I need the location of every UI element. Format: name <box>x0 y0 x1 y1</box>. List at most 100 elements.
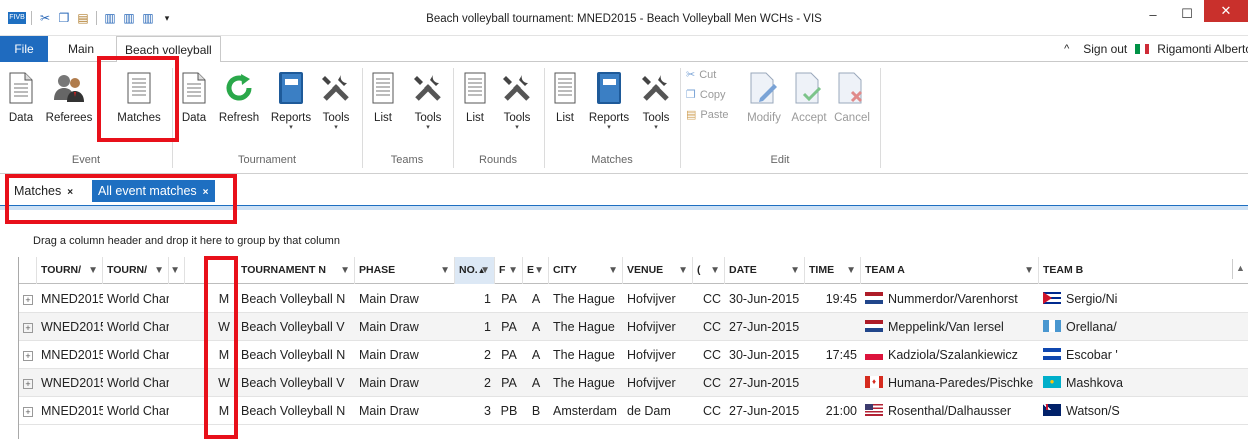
cell-date[interactable]: 27-Jun-2015 <box>725 397 805 425</box>
cell-f[interactable]: PA <box>495 313 523 341</box>
cell-date[interactable]: 30-Jun-2015 <box>725 341 805 369</box>
cell-tourn-code[interactable]: MNED2015 <box>37 285 103 313</box>
cancel-button[interactable]: Cancel <box>830 66 874 124</box>
teams-list-button[interactable]: List <box>366 66 400 124</box>
scroll-up-icon[interactable]: ▲ <box>1232 259 1248 279</box>
filter-icon[interactable]: ▼ <box>88 257 98 284</box>
filter-icon[interactable]: ▼ <box>534 257 544 284</box>
cell-tourn-name[interactable]: World Char <box>103 313 169 341</box>
expand-row-icon[interactable]: + <box>23 407 33 417</box>
cell-city[interactable]: The Hague <box>549 341 623 369</box>
filter-icon[interactable]: ▼ <box>508 257 518 284</box>
cell-team-b[interactable]: Escobar ' <box>1039 341 1248 369</box>
refresh-button[interactable]: Refresh <box>214 66 264 124</box>
cell-date[interactable]: 30-Jun-2015 <box>725 285 805 313</box>
cell-venue[interactable]: Hofvijver <box>623 313 693 341</box>
header-c[interactable]: (▼ <box>693 257 725 284</box>
cell-time[interactable] <box>805 369 861 397</box>
cell-e[interactable]: A <box>523 369 549 397</box>
cell-city[interactable]: The Hague <box>549 285 623 313</box>
filter-icon[interactable]: ▼ <box>608 257 618 284</box>
expand-row-icon[interactable]: + <box>23 379 33 389</box>
filter-icon[interactable]: ▼ <box>678 257 688 284</box>
collapse-ribbon-icon[interactable]: ^ <box>1064 43 1069 55</box>
cell-c[interactable]: CC <box>693 313 725 341</box>
cell-venue[interactable]: Hofvijver <box>623 341 693 369</box>
cell-team-a[interactable]: Kadziola/Szalankiewicz <box>861 341 1039 369</box>
group-by-panel[interactable]: Drag a column header and drop it here to… <box>33 235 340 247</box>
header-gender[interactable]: ▼ <box>169 257 185 284</box>
cell-c[interactable]: CC <box>693 285 725 313</box>
cell-team-b[interactable]: ● Mashkova <box>1039 369 1248 397</box>
cell-tournament-name[interactable]: Beach Volleyball N <box>237 341 355 369</box>
cell-tourn-code[interactable]: WNED2015 <box>37 313 103 341</box>
cell-phase[interactable]: Main Draw <box>355 341 455 369</box>
filter-icon[interactable]: ▼ <box>846 257 856 284</box>
cell-team-b[interactable]: Sergio/Ni <box>1039 285 1248 313</box>
tournament-data-button[interactable]: Data <box>176 66 212 124</box>
cell-tourn-name[interactable]: World Char <box>103 397 169 425</box>
expand-row-icon[interactable]: + <box>23 323 33 333</box>
filter-icon[interactable]: ▼ <box>154 257 164 284</box>
cell-phase[interactable]: Main Draw <box>355 369 455 397</box>
close-icon[interactable]: ✕ <box>1204 0 1248 22</box>
cell-tourn-code[interactable]: WNED2015 <box>37 369 103 397</box>
header-city[interactable]: CITY ▼ <box>549 257 623 284</box>
minimize-icon[interactable]: – <box>1136 0 1170 28</box>
cell-city[interactable]: The Hague <box>549 369 623 397</box>
cut-button[interactable]: ✂ Cut <box>686 68 716 82</box>
matches-reports-button[interactable]: Reports ▾ <box>584 66 634 132</box>
rounds-list-button[interactable]: List <box>458 66 492 124</box>
filter-icon[interactable]: ▼ <box>710 257 720 284</box>
header-venue[interactable]: VENUE ▼ <box>623 257 693 284</box>
cell-team-b[interactable]: Watson/S <box>1039 397 1248 425</box>
cell-c[interactable]: CC <box>693 341 725 369</box>
paste-button[interactable]: ▤ Paste <box>686 108 729 122</box>
cell-c[interactable]: CC <box>693 397 725 425</box>
expand-row-icon[interactable]: + <box>23 295 33 305</box>
row-expander[interactable]: + <box>19 369 37 397</box>
event-data-button[interactable]: Data <box>2 66 40 124</box>
row-expander[interactable]: + <box>19 313 37 341</box>
cell-time[interactable] <box>805 313 861 341</box>
header-tourn-name[interactable]: TOURN/▼ <box>103 257 169 284</box>
header-e[interactable]: E ▼ <box>523 257 549 284</box>
referees-button[interactable]: Referees <box>38 66 100 124</box>
sign-out-link[interactable]: Sign out <box>1083 42 1127 56</box>
cell-tournament-name[interactable]: Beach Volleyball N <box>237 397 355 425</box>
cell-date[interactable]: 27-Jun-2015 <box>725 369 805 397</box>
cell-c[interactable]: CC <box>693 369 725 397</box>
cell-tournament-name[interactable]: Beach Volleyball V <box>237 369 355 397</box>
cell-tourn-name[interactable]: World Char <box>103 369 169 397</box>
cell-venue[interactable]: Hofvijver <box>623 369 693 397</box>
filter-icon[interactable]: ▼ <box>790 257 800 284</box>
row-expander[interactable]: + <box>19 285 37 313</box>
cell-e[interactable]: B <box>523 397 549 425</box>
filter-icon[interactable]: ▼ <box>1024 257 1034 284</box>
cell-no[interactable]: 2 <box>455 369 495 397</box>
header-team-b[interactable]: TEAM B <box>1039 257 1248 284</box>
cell-no[interactable]: 1 <box>455 285 495 313</box>
cell-tournament-name[interactable]: Beach Volleyball N <box>237 285 355 313</box>
cell-no[interactable]: 3 <box>455 397 495 425</box>
filter-icon[interactable]: ▼ <box>440 257 450 284</box>
matches-tools-button[interactable]: Tools ▾ <box>636 66 676 132</box>
header-tournament-name[interactable]: TOURNAMENT N ▼ <box>237 257 355 284</box>
cell-team-a[interactable]: ♦ Humana-Paredes/Pischke <box>861 369 1039 397</box>
matches-list-button[interactable]: List <box>548 66 582 124</box>
maximize-icon[interactable]: ☐ <box>1170 0 1204 28</box>
cell-tourn-name[interactable]: World Char <box>103 341 169 369</box>
modify-button[interactable]: Modify <box>744 66 784 124</box>
row-expander[interactable]: + <box>19 341 37 369</box>
cell-time[interactable]: 19:45 <box>805 285 861 313</box>
tab-file[interactable]: File <box>0 36 48 62</box>
cell-date[interactable]: 27-Jun-2015 <box>725 313 805 341</box>
header-tourn-code[interactable]: TOURN/▼ <box>37 257 103 284</box>
cell-f[interactable]: PB <box>495 397 523 425</box>
teams-tools-button[interactable]: Tools ▾ <box>408 66 448 132</box>
cell-f[interactable]: PA <box>495 341 523 369</box>
header-time[interactable]: TIME ▼ <box>805 257 861 284</box>
rounds-tools-button[interactable]: Tools ▾ <box>497 66 537 132</box>
header-date[interactable]: DATE ▼ <box>725 257 805 284</box>
cell-team-b[interactable]: Orellana/ <box>1039 313 1248 341</box>
